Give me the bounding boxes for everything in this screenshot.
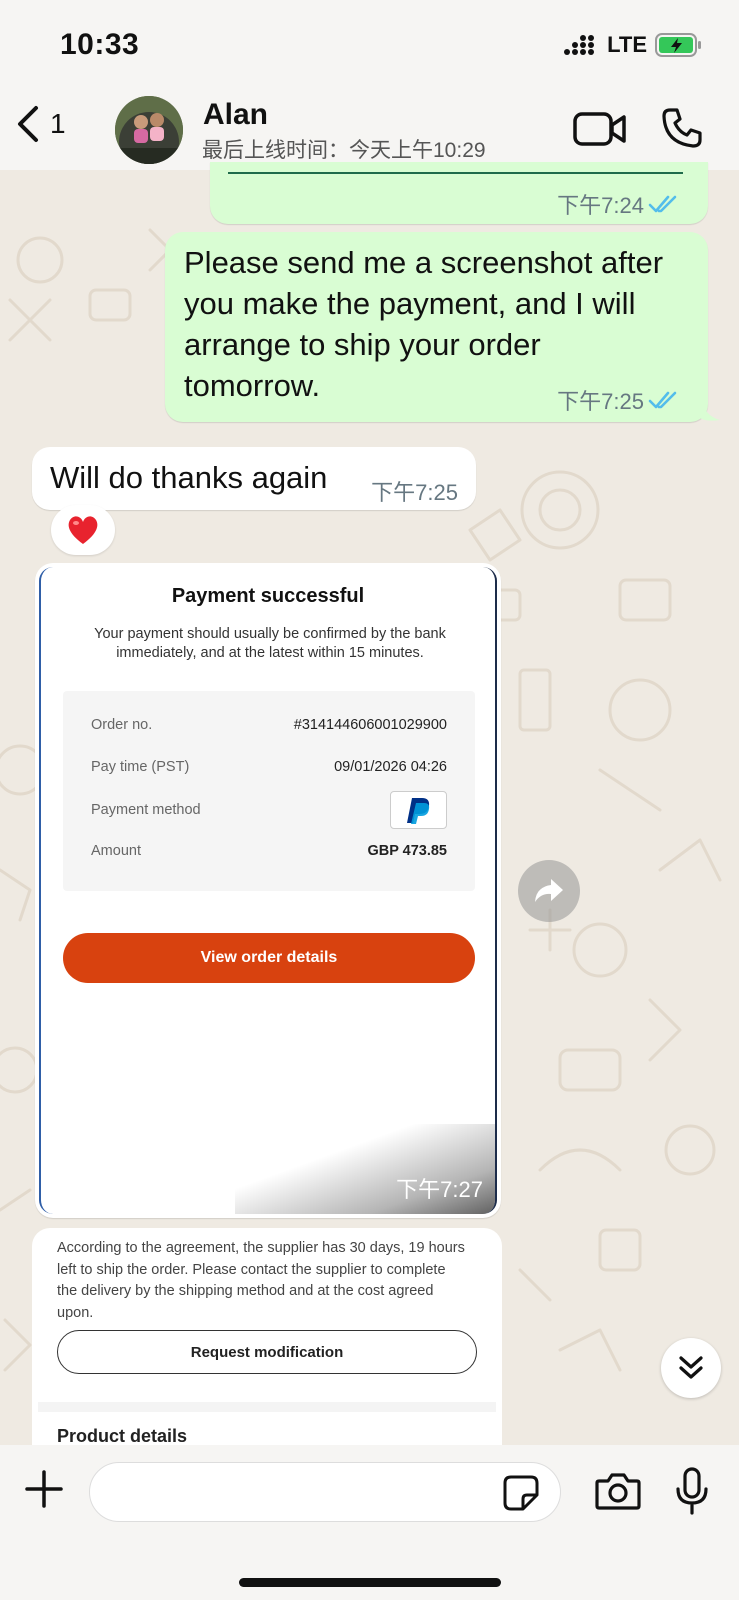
status-bar: 10:33 LTE (0, 0, 739, 92)
message-bubble-outgoing[interactable]: Please send me a screenshot after you ma… (165, 232, 708, 422)
payment-description: Your payment should usually be confirmed… (94, 626, 446, 661)
image-message[interactable]: Payment successful Your payment should u… (35, 563, 501, 1218)
detail-label: Payment method (91, 802, 201, 818)
message-meta: 下午7:24 (557, 188, 678, 220)
unread-count: 1 (50, 108, 66, 139)
message-text: Will do thanks again (50, 460, 328, 495)
detail-row-order: Order no. #314144606001029900 (91, 717, 447, 733)
forward-icon (535, 879, 563, 902)
quoted-media-border (228, 172, 683, 174)
message-time: 下午7:25 (371, 480, 458, 505)
section-divider (38, 1402, 496, 1412)
detail-row-paytime: Pay time (PST) 09/01/2026 04:26 (91, 759, 447, 775)
detail-value: #314144606001029900 (293, 717, 447, 733)
detail-label: Order no. (91, 717, 153, 733)
status-time: 10:33 (60, 28, 140, 61)
double-check-icon (648, 195, 677, 213)
home-indicator (239, 1578, 501, 1587)
mic-icon[interactable] (675, 1467, 709, 1515)
plus-icon[interactable] (24, 1469, 64, 1509)
message-input[interactable] (89, 1462, 561, 1522)
sticker-icon[interactable] (503, 1475, 539, 1511)
forward-button[interactable] (518, 860, 580, 922)
message-meta: 下午7:25 (557, 384, 678, 416)
heart-icon (68, 516, 98, 544)
payment-screenshot[interactable]: Payment successful Your payment should u… (39, 567, 497, 1214)
shipping-notice: According to the agreement, the supplier… (57, 1240, 465, 1321)
message-time: 下午7:25 (557, 389, 644, 414)
message-bubble-outgoing[interactable]: 下午7:24 (210, 162, 708, 224)
status-indicators: LTE (563, 32, 703, 58)
battery-charging-icon (655, 33, 701, 57)
request-modification-button: Request modification (57, 1330, 477, 1374)
chat-header: 1 Alan 最后上线时间：今天上午10:29 (0, 92, 739, 170)
detail-row-method: Payment method (91, 791, 447, 829)
bubble-tail (700, 396, 720, 421)
phone-call-icon[interactable] (660, 106, 704, 150)
contact-name[interactable]: Alan (203, 98, 268, 132)
cellular-signal-icon (564, 35, 595, 55)
payment-details-box: Order no. #314144606001029900 Pay time (… (63, 691, 475, 891)
camera-icon[interactable] (595, 1471, 641, 1511)
payment-title: Payment successful (171, 585, 365, 607)
back-chevron-icon (18, 106, 38, 142)
image-message[interactable]: According to the agreement, the supplier… (32, 1228, 502, 1445)
last-seen-status: 最后上线时间：今天上午10:29 (202, 139, 486, 162)
detail-value: 09/01/2026 04:26 (334, 759, 447, 775)
detail-value: GBP 473.85 (367, 843, 447, 859)
view-order-details-button: View order details (63, 933, 475, 983)
scroll-down-icon (679, 1356, 703, 1379)
network-type: LTE (607, 32, 647, 57)
message-time: 下午7:24 (557, 193, 644, 218)
back-button[interactable]: 1 (14, 104, 66, 144)
paypal-icon (390, 791, 447, 829)
detail-label: Pay time (PST) (91, 759, 190, 775)
message-bubble-incoming[interactable]: Will do thanks again 下午7:25 (32, 447, 476, 510)
composer-bar (0, 1445, 739, 1600)
product-details-heading: Product details (57, 1426, 188, 1445)
double-check-icon (648, 391, 677, 409)
detail-row-amount: Amount GBP 473.85 (91, 843, 447, 859)
contact-avatar[interactable] (115, 96, 183, 164)
message-time: 下午7:27 (396, 1177, 483, 1202)
message-reaction[interactable] (51, 505, 115, 555)
scroll-to-bottom-button[interactable] (661, 1338, 721, 1398)
avatar-photo (115, 96, 183, 164)
detail-label: Amount (91, 843, 141, 859)
video-call-icon[interactable] (573, 110, 627, 148)
message-text: Please send me a screenshot after you ma… (184, 245, 664, 403)
